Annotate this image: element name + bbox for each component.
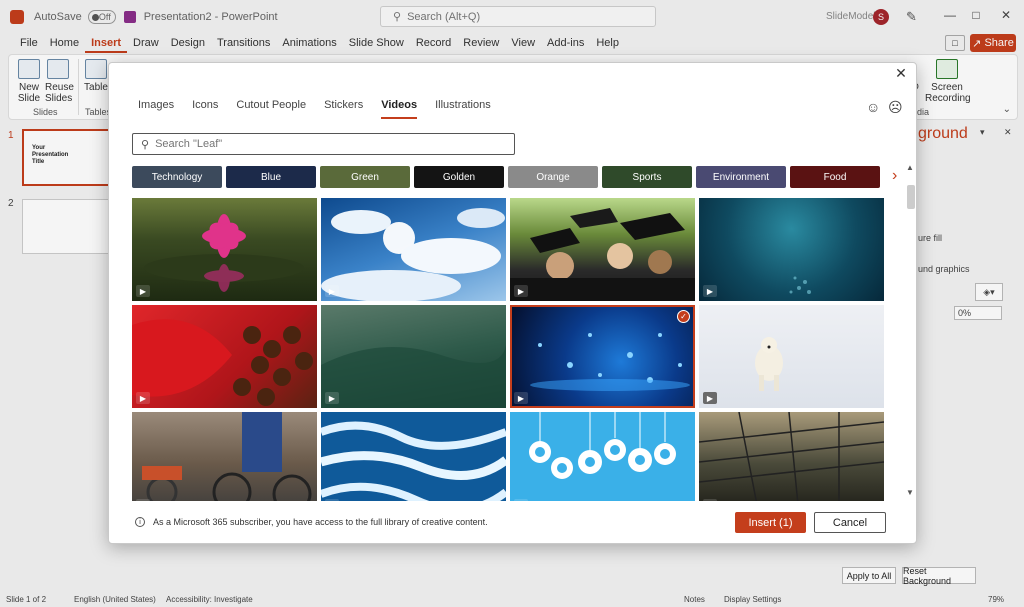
category-chip-golden[interactable]: Golden — [414, 166, 504, 188]
video-tile-polar-bear[interactable]: ▶ — [699, 305, 884, 408]
video-results-grid: ▶ ▶ ▶ ▶ ▶ ▶ ▶ ✓ ▶ — [132, 198, 885, 501]
category-chip-blue[interactable]: Blue — [226, 166, 316, 188]
tab-images[interactable]: Images — [138, 99, 174, 119]
underwater-image — [789, 276, 811, 294]
category-chips: Technology Blue Green Golden Orange Spor… — [132, 166, 892, 188]
results-scrollbar[interactable]: ▲ ▼ — [906, 163, 916, 497]
video-tile-cyclist[interactable]: ▶ — [132, 412, 317, 501]
search-icon: ⚲ — [141, 138, 150, 151]
tab-stickers[interactable]: Stickers — [324, 99, 363, 119]
video-camera-icon: ▶ — [514, 499, 528, 501]
media-type-tabs: Images Icons Cutout People Stickers Vide… — [138, 99, 491, 119]
wave-image — [321, 345, 506, 408]
video-tile-clouds-sky[interactable]: ▶ — [321, 198, 506, 301]
tab-icons[interactable]: Icons — [192, 99, 218, 119]
media-search-input[interactable] — [155, 138, 486, 150]
video-tile-chocolates[interactable]: ▶ — [132, 305, 317, 408]
insert-button[interactable]: Insert (1) — [735, 512, 806, 533]
water-lily-image — [144, 214, 304, 292]
video-tile-snowflakes[interactable]: ▶ — [510, 412, 695, 501]
selected-check-icon: ✓ — [677, 310, 690, 323]
video-camera-icon: ▶ — [325, 392, 339, 404]
close-dialog-icon[interactable]: ✕ — [892, 65, 910, 82]
video-camera-icon: ▶ — [703, 499, 717, 501]
video-camera-icon: ▶ — [136, 499, 150, 501]
cyclist-image — [142, 412, 312, 501]
tab-cutout-people[interactable]: Cutout People — [236, 99, 306, 119]
video-camera-icon: ▶ — [514, 285, 528, 297]
video-tile-underwater[interactable]: ▶ — [699, 198, 884, 301]
scroll-up-icon[interactable]: ▲ — [906, 163, 914, 172]
blue-pattern-image — [321, 421, 506, 501]
category-chip-food[interactable]: Food — [790, 166, 880, 188]
video-tile-graduates[interactable]: ▶ — [510, 198, 695, 301]
blue-particles-image — [530, 333, 690, 391]
send-smile-icon[interactable]: ☺ — [866, 99, 880, 115]
category-chip-technology[interactable]: Technology — [132, 166, 222, 188]
send-frown-icon[interactable]: ☹ — [888, 99, 903, 116]
video-camera-icon: ▶ — [136, 285, 150, 297]
cancel-button[interactable]: Cancel — [814, 512, 886, 533]
volleyball-net-image — [699, 412, 884, 501]
chevron-right-icon[interactable]: › — [892, 167, 897, 185]
video-camera-icon: ▶ — [325, 285, 339, 297]
video-tile-water-lily[interactable]: ▶ — [132, 198, 317, 301]
video-tile-volleyball-net[interactable]: ▶ — [699, 412, 884, 501]
snowflakes-image — [529, 412, 676, 479]
video-camera-icon: ▶ — [703, 392, 717, 404]
tab-videos[interactable]: Videos — [381, 99, 418, 119]
video-camera-icon: ▶ — [514, 392, 528, 404]
video-camera-icon: ▶ — [136, 392, 150, 404]
category-chip-green[interactable]: Green — [320, 166, 410, 188]
media-search-box[interactable]: ⚲ — [132, 133, 515, 155]
graduates-image — [510, 208, 695, 301]
video-camera-icon: ▶ — [325, 499, 339, 501]
stock-media-dialog: ✕ Images Icons Cutout People Stickers Vi… — [108, 62, 917, 544]
polar-bear-image — [755, 337, 783, 391]
video-tile-blue-particles[interactable]: ▶ ✓ — [510, 305, 695, 408]
scrollbar-thumb[interactable] — [907, 185, 915, 209]
subscriber-notice-text: As a Microsoft 365 subscriber, you have … — [153, 517, 488, 527]
clouds-sky-image — [321, 208, 505, 301]
category-chip-orange[interactable]: Orange — [508, 166, 598, 188]
video-camera-icon: ▶ — [703, 285, 717, 297]
video-tile-blue-pattern[interactable]: ▶ — [321, 412, 506, 501]
chocolates-image — [132, 319, 313, 406]
subscriber-notice: i As a Microsoft 365 subscriber, you hav… — [135, 517, 488, 527]
video-tile-wave[interactable]: ▶ — [321, 305, 506, 408]
tab-illustrations[interactable]: Illustrations — [435, 99, 491, 119]
info-icon: i — [135, 517, 145, 527]
scroll-down-icon[interactable]: ▼ — [906, 488, 914, 497]
category-chip-environment[interactable]: Environment — [696, 166, 786, 188]
category-chip-sports[interactable]: Sports — [602, 166, 692, 188]
